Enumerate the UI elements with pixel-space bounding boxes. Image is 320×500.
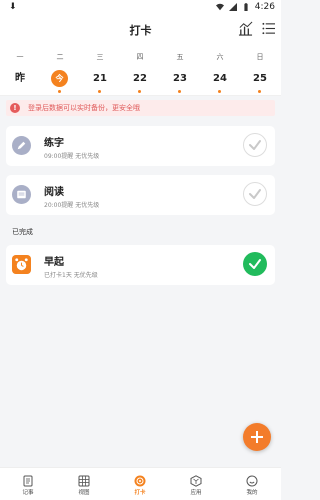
- day-date: 22: [133, 73, 147, 84]
- day-date: 25: [253, 73, 267, 84]
- tab-notes[interactable]: 记事: [8, 472, 48, 496]
- pending-dot: [98, 90, 101, 93]
- completed-section-label: 已完成: [12, 228, 33, 236]
- week-strip: 一昨 二今 三 21 四 22 五 23 六 24 日 25: [0, 44, 281, 96]
- day-of-week-label: 六: [216, 53, 224, 61]
- habits-card[interactable]: 练字 09:00提醒 无优先级: [6, 126, 275, 166]
- alarm-clock-icon: [12, 255, 31, 274]
- warning-icon: !: [10, 103, 20, 113]
- check-in-button[interactable]: [243, 182, 267, 206]
- day-of-week-label: 一: [16, 53, 24, 61]
- notes-icon: [22, 472, 34, 487]
- day-of-week-label: 日: [256, 53, 264, 61]
- download-icon: ⬇: [9, 2, 17, 12]
- tab-label: 记事: [22, 490, 34, 496]
- battery-icon: [244, 3, 248, 11]
- status-icons: 4:26: [215, 2, 275, 12]
- grid-icon: [78, 472, 90, 487]
- profile-icon: [246, 472, 258, 487]
- stats-chart-icon[interactable]: [238, 21, 253, 36]
- tab-label: 我的: [246, 490, 258, 496]
- bottom-tab-bar: 记事 视图 打卡 应用 我的: [0, 467, 281, 500]
- signal-icon: [228, 3, 237, 11]
- checkin-icon: [134, 472, 146, 487]
- day-of-week-label: 二: [56, 53, 64, 61]
- day-date: 24: [213, 73, 227, 84]
- pending-dot: [178, 90, 181, 93]
- pending-dot: [138, 90, 141, 93]
- completed-card[interactable]: 早起已打卡1天 无优先级: [6, 245, 275, 285]
- apps-icon: [190, 472, 202, 487]
- notice-text: 登录后数据可以实时备份，更安全哦: [28, 104, 140, 112]
- pending-dot: [218, 90, 221, 93]
- habit-name: 阅读: [44, 187, 64, 198]
- check-in-button[interactable]: [243, 133, 267, 157]
- tab-checkin[interactable]: 打卡: [120, 472, 160, 496]
- tab-profile[interactable]: 我的: [232, 472, 272, 496]
- checkmark-icon: [249, 259, 261, 269]
- book-icon: [12, 185, 31, 204]
- habit-subtitle: 20:00提醒 无优先级: [44, 202, 100, 209]
- tab-label: 应用: [190, 490, 202, 496]
- wifi-icon: [215, 3, 224, 11]
- checked-button[interactable]: [243, 252, 267, 276]
- habit-name: 早起: [44, 257, 64, 268]
- habit-subtitle: 09:00提醒 无优先级: [44, 153, 100, 160]
- status-time: 4:26: [254, 2, 275, 12]
- pending-dot: [258, 90, 261, 93]
- plus-icon: [251, 431, 263, 443]
- habit-name: 练字: [44, 138, 64, 149]
- checkmark-icon: [248, 188, 261, 199]
- day-date: 21: [93, 73, 107, 84]
- habit-subtitle: 已打卡1天 无优先级: [44, 272, 98, 279]
- tab-apps[interactable]: 应用: [176, 472, 216, 496]
- add-habit-button[interactable]: [243, 423, 271, 451]
- login-backup-notice[interactable]: ! 登录后数据可以实时备份，更安全哦: [6, 100, 275, 116]
- day-date: 23: [173, 73, 187, 84]
- pending-dot: [58, 90, 61, 93]
- day-of-week-label: 三: [96, 53, 104, 61]
- checkmark-icon: [248, 139, 261, 150]
- habits-card[interactable]: 阅读 20:00提醒 无优先级: [6, 175, 275, 215]
- day-date: 昨: [15, 73, 25, 84]
- pen-icon: [12, 136, 31, 155]
- list-menu-icon[interactable]: [262, 22, 275, 35]
- today-date: 今: [51, 70, 68, 87]
- tab-label: 视图: [78, 490, 90, 496]
- tab-grid[interactable]: 视图: [64, 472, 104, 496]
- status-bar: ⬇ 4:26: [0, 0, 281, 14]
- day-of-week-label: 四: [136, 53, 144, 61]
- day-of-week-label: 五: [176, 53, 184, 61]
- top-bar: 打卡: [0, 14, 281, 44]
- tab-label: 打卡: [134, 490, 146, 496]
